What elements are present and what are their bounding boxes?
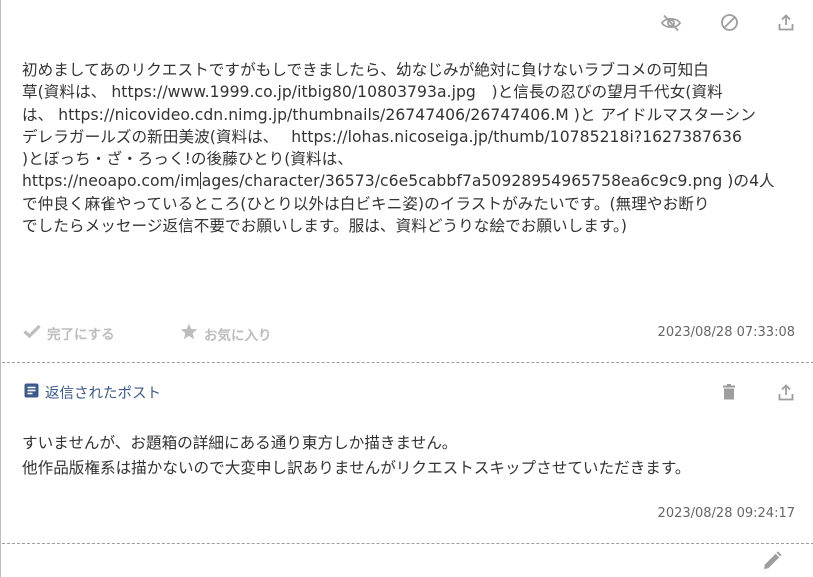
message-line: 初めましてあのリクエストですがもしできましたら、幼なじみが絶対に負けないラブコメ… bbox=[22, 61, 709, 79]
message-line: https://neoapo.com/im ages/character/3657… bbox=[22, 170, 802, 192]
star-icon bbox=[180, 323, 198, 344]
message-line: は、 https://nicovideo.cdn.nimg.jp/thumbna… bbox=[22, 105, 756, 124]
post-timestamp: 2023/08/28 07:33:08 bbox=[657, 325, 795, 340]
reply-line: すいませんが、お題箱の詳細にある通り東方しか描きません。 bbox=[22, 434, 458, 452]
message-line: でしたらメッセージ返信不要でお願いします。服は、資料どうりな絵でお願いします。) bbox=[22, 217, 628, 236]
favorite-label: お気に入り bbox=[204, 327, 272, 344]
complete-button[interactable]: 完了にする bbox=[23, 323, 115, 343]
message-line: で仲良く麻雀やっているところ(ひとり以外は白ビキニ姿)のイラストがみたいです。(… bbox=[22, 194, 710, 213]
reply-line: 他作品版権系は描かないので大変申し訳ありませんがリクエストスキップさせていただき… bbox=[22, 459, 691, 477]
divider bbox=[2, 543, 813, 544]
reply-title: 返信されたポスト bbox=[24, 382, 161, 403]
reply-message: すいませんが、お題箱の詳細にある通り東方しか描きません。 他作品版権系は描かない… bbox=[22, 431, 812, 481]
divider bbox=[2, 362, 813, 363]
message-line: デレラガールズの新田美波(資料は、 https://lohas.nicoseig… bbox=[22, 127, 742, 146]
share-icon[interactable] bbox=[778, 384, 794, 401]
share-icon[interactable] bbox=[778, 14, 794, 31]
pencil-icon[interactable] bbox=[762, 551, 782, 571]
document-icon bbox=[24, 383, 39, 402]
reply-timestamp: 2023/08/28 09:24:17 bbox=[657, 506, 795, 521]
message-line-before-cursor: https://neoapo.com/im bbox=[22, 172, 200, 191]
eye-off-icon[interactable] bbox=[661, 14, 681, 32]
complete-label: 完了にする bbox=[47, 327, 115, 343]
post-message: 初めましてあのリクエストですがもしできましたら、幼なじみが絶対に負けないラブコメ… bbox=[22, 59, 802, 237]
block-icon[interactable] bbox=[720, 13, 739, 32]
message-line: 草(資料は、 https://www.1999.co.jp/itbig80/10… bbox=[22, 83, 723, 102]
check-icon bbox=[23, 324, 41, 342]
post-card: 初めましてあのリクエストですがもしできましたら、幼なじみが絶対に負けないラブコメ… bbox=[0, 0, 813, 577]
trash-icon[interactable] bbox=[723, 384, 735, 400]
message-line: )とぼっち・ざ・ろっく!の後藤ひとり(資料は、 bbox=[22, 150, 353, 169]
message-line-after-cursor: ages/character/36573/c6e5cabbf7a50928954… bbox=[201, 172, 775, 191]
favorite-button[interactable]: お気に入り bbox=[180, 323, 272, 344]
reply-title-label: 返信されたポスト bbox=[45, 386, 161, 402]
